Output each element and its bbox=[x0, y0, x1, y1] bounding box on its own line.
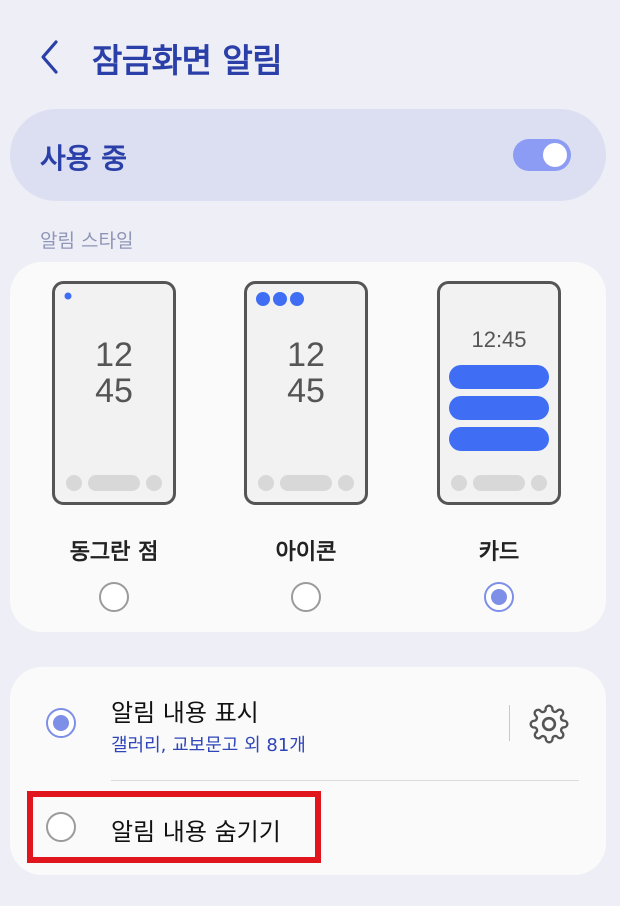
dot-preview-minute: 45 bbox=[95, 372, 133, 410]
notification-content-card: 알림 내용 표시 갤러리, 교보문고 외 81개 알림 내용 숨기기 bbox=[10, 667, 606, 875]
style-radio-icon[interactable] bbox=[291, 582, 321, 612]
style-name-card: 카드 bbox=[478, 540, 520, 565]
style-name-icon: 아이콘 bbox=[275, 540, 337, 565]
card-style-preview[interactable]: 12:45 bbox=[437, 281, 561, 505]
notification-style-card: 12 45 12 45 12:45 동그란 점 아이콘 카드 bbox=[10, 262, 606, 632]
section-label-notification-style: 알림 스타일 bbox=[40, 230, 134, 252]
style-name-dot: 동그란 점 bbox=[69, 540, 159, 565]
icon-preview-minute: 45 bbox=[287, 372, 325, 410]
icon-style-preview[interactable]: 12 45 bbox=[244, 281, 368, 505]
dot-style-preview[interactable]: 12 45 bbox=[52, 281, 176, 505]
gear-icon[interactable] bbox=[529, 704, 569, 744]
back-button[interactable] bbox=[30, 30, 74, 84]
hide-content-title[interactable]: 알림 내용 숨기기 bbox=[111, 812, 281, 847]
icon-preview-hour: 12 bbox=[287, 336, 325, 374]
divider-horizontal bbox=[111, 780, 579, 781]
hide-content-radio[interactable] bbox=[46, 812, 76, 842]
show-content-title[interactable]: 알림 내용 표시 bbox=[111, 693, 259, 728]
show-content-radio[interactable] bbox=[46, 708, 76, 738]
dot-preview-hour: 12 bbox=[95, 336, 133, 374]
style-radio-dot[interactable] bbox=[99, 582, 129, 612]
divider-vertical bbox=[509, 705, 510, 741]
master-switch-card[interactable]: 사용 중 bbox=[10, 109, 606, 201]
page-title: 잠금화면 알림 bbox=[92, 41, 283, 80]
show-content-subtitle: 갤러리, 교보문고 외 81개 bbox=[111, 735, 306, 756]
master-switch-label: 사용 중 bbox=[40, 142, 128, 175]
chevron-left-icon bbox=[41, 40, 58, 74]
master-toggle[interactable] bbox=[513, 139, 571, 171]
toggle-knob bbox=[543, 143, 567, 167]
card-preview-time: 12:45 bbox=[471, 327, 526, 352]
style-radio-card[interactable] bbox=[484, 582, 514, 612]
header: 잠금화면 알림 bbox=[0, 0, 620, 110]
